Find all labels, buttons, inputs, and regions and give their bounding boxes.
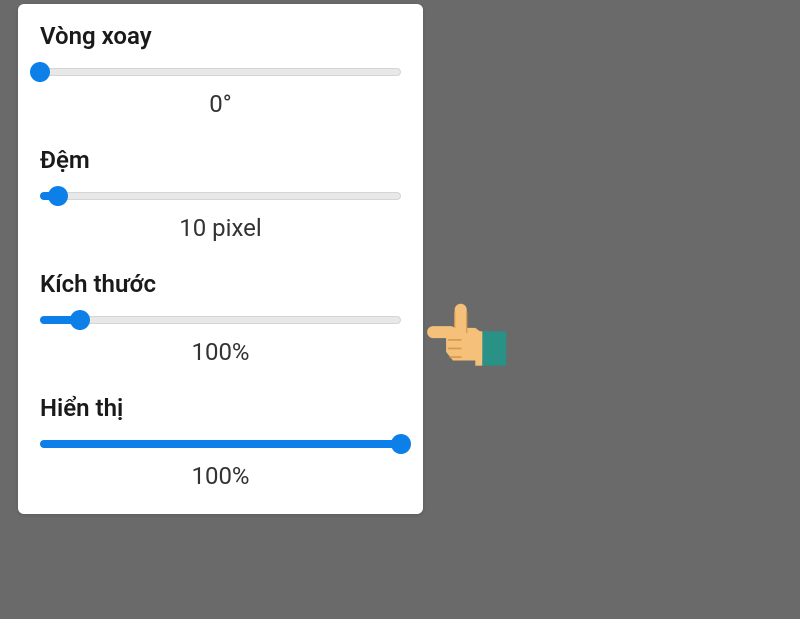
padding-slider-track — [40, 192, 401, 200]
opacity-slider-fill — [40, 440, 401, 448]
size-slider[interactable] — [40, 310, 401, 330]
opacity-slider-thumb[interactable] — [391, 434, 411, 454]
opacity-slider[interactable] — [40, 434, 401, 454]
rotation-control-group: Vòng xoay 0° — [40, 22, 401, 118]
size-value: 100% — [40, 338, 401, 366]
padding-slider[interactable] — [40, 186, 401, 206]
rotation-slider[interactable] — [40, 62, 401, 82]
padding-control-group: Đệm 10 pixel — [40, 146, 401, 242]
rotation-label: Vòng xoay — [40, 22, 401, 50]
rotation-slider-track — [40, 68, 401, 76]
padding-value: 10 pixel — [40, 214, 401, 242]
rotation-value: 0° — [40, 90, 401, 118]
size-slider-track — [40, 316, 401, 324]
pointing-hand-icon — [422, 290, 508, 376]
opacity-label: Hiển thị — [40, 394, 401, 422]
settings-panel: Vòng xoay 0° Đệm 10 pixel Kích thước 100… — [18, 4, 423, 514]
opacity-value: 100% — [40, 462, 401, 490]
opacity-control-group: Hiển thị 100% — [40, 394, 401, 490]
padding-label: Đệm — [40, 146, 401, 174]
size-slider-thumb[interactable] — [70, 310, 90, 330]
rotation-slider-thumb[interactable] — [30, 62, 50, 82]
size-label: Kích thước — [40, 270, 401, 298]
padding-slider-thumb[interactable] — [48, 186, 68, 206]
size-control-group: Kích thước 100% — [40, 270, 401, 366]
